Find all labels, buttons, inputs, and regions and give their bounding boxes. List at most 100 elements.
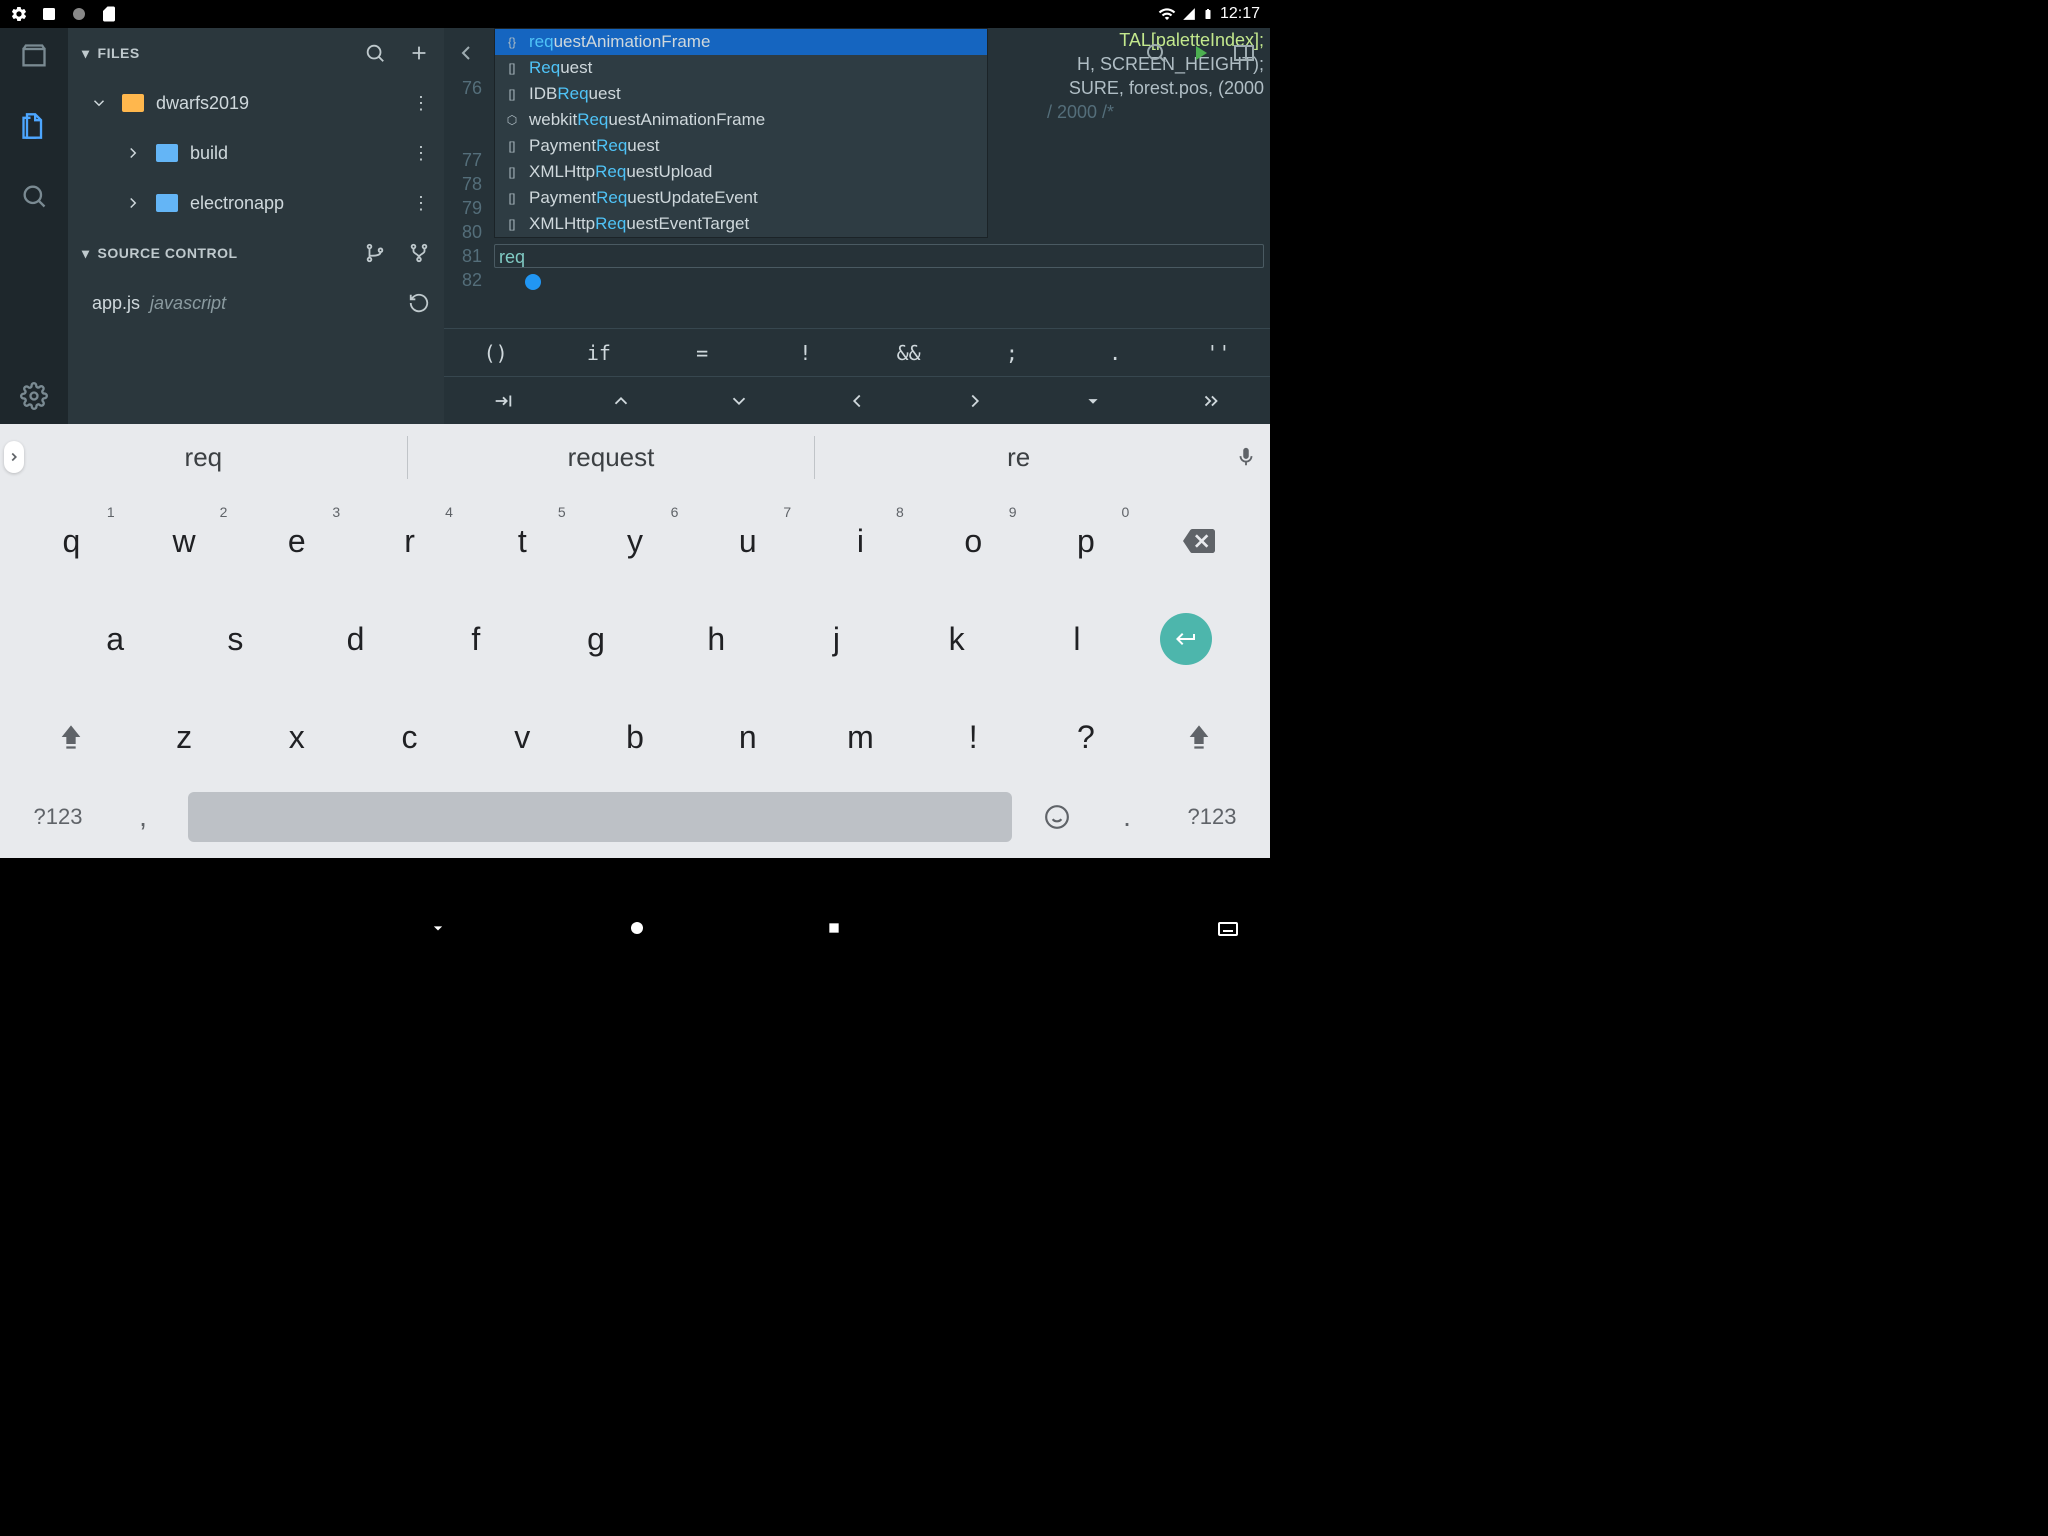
folder-icon — [156, 194, 178, 212]
key-z[interactable]: z — [131, 694, 238, 780]
key-y[interactable]: y6 — [582, 498, 689, 584]
folder-name: dwarfs2019 — [156, 93, 249, 114]
space-key[interactable] — [188, 792, 1012, 842]
autocomplete-item[interactable]: []PaymentRequestUpdateEvent — [495, 185, 987, 211]
autocomplete-item[interactable]: []IDBRequest — [495, 81, 987, 107]
home-nav-icon[interactable] — [628, 919, 646, 937]
key-e[interactable]: e3 — [243, 498, 350, 584]
recents-nav-icon[interactable] — [826, 920, 842, 936]
more-icon[interactable]: ⋮ — [412, 93, 430, 114]
tree-root[interactable]: dwarfs2019 ⋮ — [68, 78, 444, 128]
backspace-key[interactable] — [1145, 498, 1252, 584]
key-g[interactable]: g — [539, 596, 653, 682]
autocomplete-item[interactable]: ⬡webkitRequestAnimationFrame — [495, 107, 987, 133]
autocomplete-item[interactable]: {}requestAnimationFrame — [495, 29, 987, 55]
key-r[interactable]: r4 — [356, 498, 463, 584]
symbol-key[interactable]: () — [444, 329, 547, 376]
suggestion-item[interactable]: req — [0, 436, 408, 479]
key-a[interactable]: a — [58, 596, 172, 682]
find-icon[interactable] — [1144, 41, 1168, 65]
key-b[interactable]: b — [582, 694, 689, 780]
arrow-up-key[interactable] — [562, 377, 680, 424]
key-i[interactable]: i8 — [807, 498, 914, 584]
key-c[interactable]: c — [356, 694, 463, 780]
key-q[interactable]: q1 — [18, 498, 125, 584]
key-t[interactable]: t5 — [469, 498, 576, 584]
key-j[interactable]: j — [779, 596, 893, 682]
more-icon[interactable]: ⋮ — [412, 143, 430, 164]
key-l[interactable]: l — [1020, 596, 1134, 682]
keyboard-toggle-icon[interactable] — [1216, 916, 1240, 940]
key-v[interactable]: v — [469, 694, 576, 780]
symbol-key[interactable]: ; — [960, 329, 1063, 376]
symbol-key[interactable]: '' — [1167, 329, 1270, 376]
dot-key[interactable]: . — [1102, 801, 1152, 833]
symbol-key[interactable]: && — [857, 329, 960, 376]
back-icon[interactable] — [454, 41, 478, 65]
autocomplete-item[interactable]: []Request — [495, 55, 987, 81]
key-m[interactable]: m — [807, 694, 914, 780]
battery-icon — [1202, 5, 1214, 23]
key-o[interactable]: o9 — [920, 498, 1027, 584]
suggestion-item[interactable]: request — [408, 436, 816, 479]
enter-key[interactable] — [1160, 613, 1212, 665]
arrow-left-key[interactable] — [798, 377, 916, 424]
comma-key[interactable]: , — [118, 801, 168, 833]
files-icon[interactable] — [20, 112, 48, 140]
cursor-handle[interactable] — [525, 274, 541, 290]
arrow-down-key[interactable] — [680, 377, 798, 424]
key-?[interactable]: ? — [1033, 694, 1140, 780]
more-icon[interactable]: ⋮ — [412, 193, 430, 214]
symbol-key[interactable]: if — [547, 329, 650, 376]
explorer-top-icon[interactable] — [20, 42, 48, 70]
symbol-key[interactable]: = — [651, 329, 754, 376]
key-![interactable]: ! — [920, 694, 1027, 780]
key-w[interactable]: w2 — [131, 498, 238, 584]
revert-icon[interactable] — [408, 292, 430, 314]
search-rail-icon[interactable] — [20, 182, 48, 210]
android-status-bar: 12:17 — [0, 0, 1270, 28]
emoji-key[interactable] — [1032, 804, 1082, 830]
dropdown-key[interactable] — [1034, 377, 1152, 424]
shift-key[interactable] — [1145, 694, 1252, 780]
suggestion-item[interactable]: re — [815, 436, 1222, 479]
files-panel-header[interactable]: ▾ FILES — [68, 28, 444, 78]
key-h[interactable]: h — [659, 596, 773, 682]
symbol-key[interactable]: . — [1064, 329, 1167, 376]
back-nav-icon[interactable] — [428, 918, 448, 938]
scm-file-row[interactable]: app.js javascript — [68, 278, 444, 328]
autocomplete-item[interactable]: []XMLHttpRequestEventTarget — [495, 211, 987, 237]
key-s[interactable]: s — [178, 596, 292, 682]
tab-key[interactable] — [444, 377, 562, 424]
mode-key-right[interactable]: ?123 — [1172, 804, 1252, 830]
autocomplete-item[interactable]: []PaymentRequest — [495, 133, 987, 159]
arrow-right-key[interactable] — [916, 377, 1034, 424]
run-icon[interactable] — [1188, 41, 1212, 65]
panel-icon[interactable] — [1232, 41, 1256, 65]
search-files-icon[interactable] — [364, 42, 386, 64]
tree-child[interactable]: electronapp ⋮ — [68, 178, 444, 228]
symbol-key[interactable]: ! — [754, 329, 857, 376]
tree-child[interactable]: build ⋮ — [68, 128, 444, 178]
settings-rail-icon[interactable] — [20, 382, 48, 410]
fork-icon[interactable] — [408, 242, 430, 264]
app-status-icon — [40, 5, 58, 23]
add-file-icon[interactable] — [408, 42, 430, 64]
key-d[interactable]: d — [298, 596, 412, 682]
shift-key[interactable] — [18, 694, 125, 780]
key-u[interactable]: u7 — [694, 498, 801, 584]
key-k[interactable]: k — [900, 596, 1014, 682]
key-n[interactable]: n — [694, 694, 801, 780]
mode-key[interactable]: ?123 — [18, 804, 98, 830]
more-key[interactable] — [1152, 377, 1270, 424]
code-area[interactable]: 76 77 78 79 80 81 82 TAL[paletteIndex]; … — [444, 28, 1270, 328]
key-x[interactable]: x — [243, 694, 350, 780]
folder-icon — [156, 144, 178, 162]
branch-icon[interactable] — [364, 242, 386, 264]
key-f[interactable]: f — [419, 596, 533, 682]
source-control-header[interactable]: ▾ SOURCE CONTROL — [68, 228, 444, 278]
autocomplete-item[interactable]: []XMLHttpRequestUpload — [495, 159, 987, 185]
mic-icon[interactable] — [1222, 446, 1270, 468]
expand-suggestions-icon[interactable] — [4, 441, 24, 473]
key-p[interactable]: p0 — [1033, 498, 1140, 584]
